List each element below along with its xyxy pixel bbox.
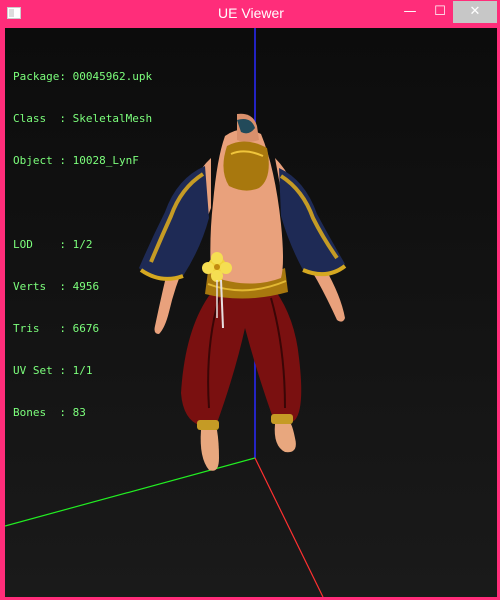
info-bones-label: Bones : (13, 406, 66, 419)
info-class-row: Class : SkeletalMesh (13, 112, 152, 126)
info-lod-value: 1/2 (72, 238, 93, 251)
x-axis-line (254, 457, 324, 597)
minimize-button[interactable]: — (396, 1, 424, 23)
info-package-label: Package: (13, 70, 66, 83)
info-class-label: Class : (13, 112, 66, 125)
title-bar[interactable]: UE Viewer — ☐ ✕ (1, 1, 500, 28)
info-uvset-row: UV Set : 1/1 (13, 364, 152, 378)
info-package-row: Package: 00045962.upk (13, 70, 152, 84)
app-window: UE Viewer — ☐ ✕ Package: 00045962.upk Cl… (0, 0, 500, 600)
info-object-row: Object : 10028_LynF (13, 154, 152, 168)
info-package-value: 00045962.upk (72, 70, 153, 83)
info-lod-label: LOD : (13, 238, 66, 251)
info-object-value: 10028_LynF (72, 154, 139, 167)
info-bones-value: 83 (72, 406, 86, 419)
maximize-button[interactable]: ☐ (426, 1, 454, 23)
character-mesh (139, 113, 347, 471)
y-axis-line (5, 457, 256, 527)
info-tris-row: Tris : 6676 (13, 322, 152, 336)
info-bones-row: Bones : 83 (13, 406, 152, 420)
info-uvset-value: 1/1 (72, 364, 93, 377)
info-class-value: SkeletalMesh (72, 112, 153, 125)
info-verts-label: Verts : (13, 280, 66, 293)
info-tris-value: 6676 (72, 322, 100, 335)
info-object-label: Object : (13, 154, 66, 167)
info-uvset-label: UV Set : (13, 364, 66, 377)
mesh-info-panel: Package: 00045962.upk Class : SkeletalMe… (13, 42, 152, 448)
info-verts-row: Verts : 4956 (13, 280, 152, 294)
info-tris-label: Tris : (13, 322, 66, 335)
info-lod-row: LOD : 1/2 (13, 238, 152, 252)
info-verts-value: 4956 (72, 280, 100, 293)
3d-viewport[interactable]: Package: 00045962.upk Class : SkeletalMe… (5, 28, 497, 597)
close-button[interactable]: ✕ (453, 1, 497, 23)
